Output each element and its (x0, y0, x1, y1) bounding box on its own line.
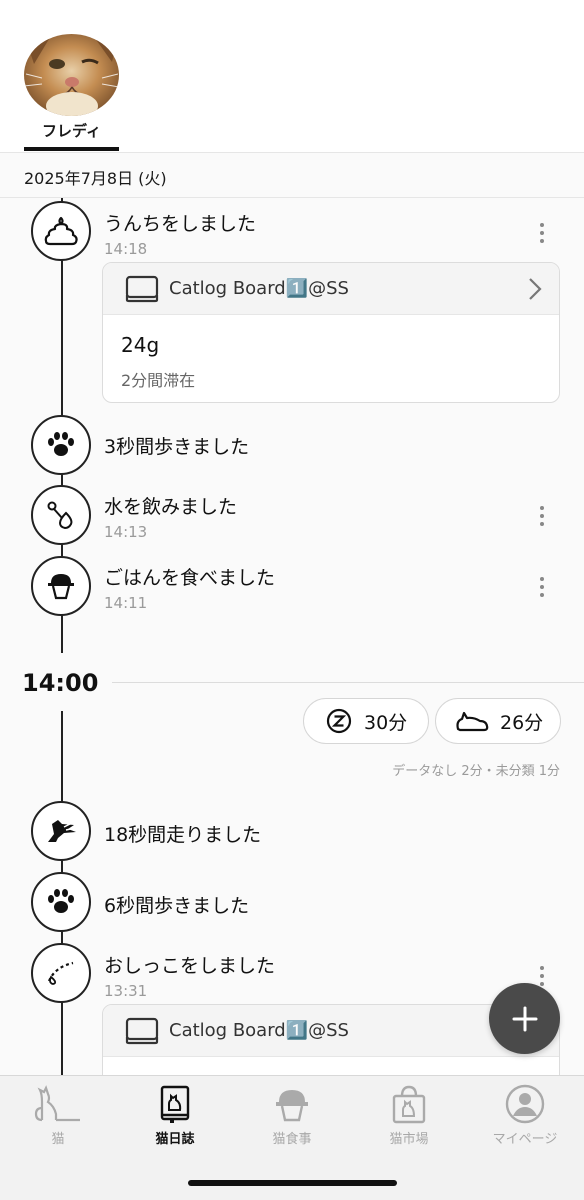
weight-value: 24g (121, 333, 160, 357)
diary-icon (160, 1085, 190, 1123)
sleep-summary-pill[interactable]: 30分 (303, 698, 429, 744)
nav-label: マイページ (492, 1132, 558, 1147)
paw-icon (31, 872, 91, 932)
header: フレディ (0, 0, 584, 153)
nav-label: 猫 (51, 1132, 65, 1147)
event-title: 6秒間歩きました (104, 895, 250, 917)
device-card[interactable]: Catlog Board1️⃣@SS 24g 2分間滞在 (102, 262, 560, 403)
more-menu-icon[interactable] (534, 221, 550, 245)
more-menu-icon[interactable] (534, 504, 550, 528)
device-card-header[interactable]: Catlog Board1️⃣@SS (103, 263, 559, 315)
sleep-z-icon (326, 708, 352, 734)
date-label: 2025年7月8日 (火) (24, 169, 167, 188)
home-indicator (188, 1180, 397, 1186)
device-label: Catlog Board1️⃣@SS (169, 1020, 349, 1041)
nav-label: 猫市場 (389, 1132, 429, 1147)
poop-icon (31, 201, 91, 261)
cat-name: フレディ (42, 122, 101, 140)
nav-item-cat[interactable]: 猫 (0, 1084, 116, 1147)
sleep-duration: 30分 (364, 711, 408, 734)
device-label: Catlog Board1️⃣@SS (169, 278, 349, 299)
paw-icon (31, 415, 91, 475)
selected-tab-indicator (24, 147, 119, 151)
event-time: 14:18 (104, 240, 148, 258)
event-title: 水を飲みました (104, 496, 238, 518)
event-title: おしっこをしました (104, 955, 276, 977)
event-title: 18秒間走りました (104, 824, 262, 846)
pee-icon (31, 943, 91, 1003)
add-record-button[interactable] (489, 983, 560, 1054)
plus-icon (512, 1006, 537, 1031)
food-bowl-icon (31, 556, 91, 616)
scale-board-icon (125, 275, 159, 307)
event-title: 3秒間歩きました (104, 436, 250, 458)
scale-board-icon (125, 1017, 159, 1049)
nav-item-mypage[interactable]: マイページ (467, 1084, 583, 1147)
nav-item-market[interactable]: 猫市場 (351, 1084, 467, 1147)
cat-food-icon (276, 1090, 308, 1122)
hour-divider (112, 682, 584, 683)
nav-label: 猫食事 (272, 1132, 312, 1147)
timeline[interactable]: うんちをしました 14:18 Catlog Board1️⃣@SS 24g 2分… (0, 198, 584, 1075)
nav-item-food[interactable]: 猫食事 (234, 1084, 350, 1147)
running-cat-icon (31, 801, 91, 861)
lying-cat-icon (454, 709, 490, 733)
event-title: うんちをしました (104, 213, 257, 235)
water-drop-icon (31, 485, 91, 545)
cat-icon (34, 1085, 80, 1122)
person-icon (505, 1084, 545, 1124)
rest-duration: 26分 (500, 711, 544, 734)
nav-label: 猫日誌 (155, 1132, 195, 1147)
summary-note: データなし 2分・未分類 1分 (392, 764, 560, 779)
event-title: ごはんを食べました (104, 567, 276, 589)
shopping-bag-icon (392, 1085, 426, 1124)
chevron-right-icon[interactable] (527, 277, 543, 305)
nav-item-diary[interactable]: 猫日誌 (117, 1084, 233, 1147)
date-bar: 2025年7月8日 (火) (0, 153, 584, 198)
cat-avatar[interactable] (24, 34, 119, 116)
event-time: 14:11 (104, 594, 148, 612)
stay-duration: 2分間滞在 (121, 371, 196, 390)
hour-marker: 14:00 (22, 669, 99, 697)
event-time: 14:13 (104, 523, 148, 541)
cat-tab-freddy[interactable]: フレディ (24, 34, 119, 151)
rest-summary-pill[interactable]: 26分 (435, 698, 561, 744)
event-time: 13:31 (104, 982, 148, 1000)
more-menu-icon[interactable] (534, 575, 550, 599)
